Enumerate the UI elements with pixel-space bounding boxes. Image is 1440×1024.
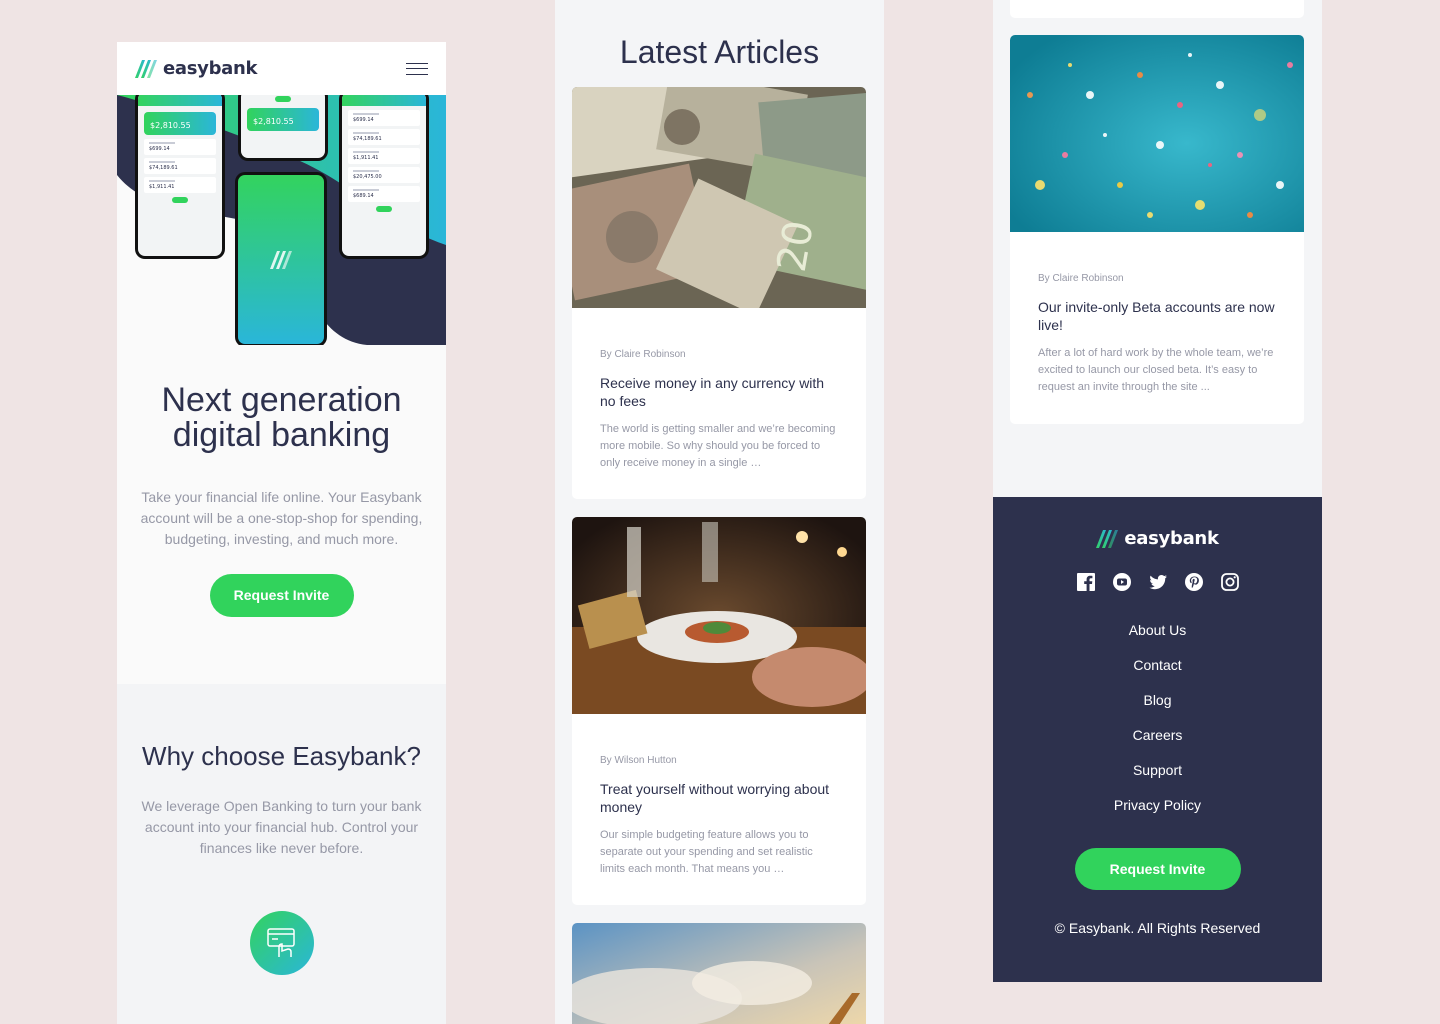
hero-title: Next generation digital banking [161,381,402,454]
article-title[interactable]: Our invite-only Beta accounts are now li… [1038,298,1276,334]
hamburger-menu-icon[interactable] [406,62,428,75]
social-links [993,572,1322,592]
footer-link-blog[interactable]: Blog [993,683,1322,718]
hero-copy: Next generation digital banking Take you… [117,345,446,617]
phone-balance: $2,810.55 [144,112,216,135]
footer-link-privacy-policy[interactable]: Privacy Policy [993,788,1322,823]
article-author: By Wilson Hutton [600,755,677,766]
currency-photo: 20 [572,87,866,316]
why-title: Why choose Easybank? [142,741,421,771]
confetti-photo [1010,35,1304,232]
logo-text: easybank [163,58,258,79]
articles-title: Latest Articles [619,34,820,70]
phone-balance: $2,810.55 [247,108,319,131]
phone-mockup-right: $699.14 $74,189.61 $1,911.41 $20,475.00 … [339,95,429,259]
youtube-icon[interactable] [1112,572,1132,592]
article-card-partial [1010,0,1304,18]
transaction-row: $74,189.61 [144,158,216,174]
article-title[interactable]: Treat yourself without worrying about mo… [600,780,838,816]
mobile-footer-panel: By Claire Robinson Our invite-only Beta … [993,0,1322,982]
footer-request-invite-button[interactable]: Request Invite [1074,848,1241,890]
footer-link-support[interactable]: Support [993,753,1322,788]
footer-link-careers[interactable]: Careers [993,718,1322,753]
site-footer: easybank About Us Contact Blog Careers S… [993,497,1322,982]
site-header: easybank [117,42,446,95]
phone-mockup-center [235,172,327,345]
logo-mark-icon [270,250,292,269]
article-card[interactable]: By Wilson Hutton Treat yourself without … [572,517,866,905]
transaction-row: $20,475.00 [348,167,420,183]
mobile-home-panel: easybank $2,810.55 $699.14 $74,189.61 $1… [117,42,446,1024]
phone-mockup-left: $2,810.55 $699.14 $74,189.61 $1,911.41 [135,95,225,259]
article-author: By Claire Robinson [600,349,686,360]
why-choose-section: Why choose Easybank? We leverage Open Ba… [117,684,446,1024]
article-excerpt: After a lot of hard work by the whole te… [1038,347,1274,393]
article-excerpt: The world is getting smaller and we’re b… [600,423,836,469]
article-author: By Claire Robinson [1038,273,1124,284]
request-invite-button[interactable]: Request Invite [209,574,354,617]
footer-link-about-us[interactable]: About Us [993,613,1322,648]
instagram-icon[interactable] [1220,572,1240,592]
transaction-row: $699.14 [144,139,216,155]
pinterest-icon[interactable] [1184,572,1204,592]
article-card[interactable] [572,923,866,1024]
transaction-row: $74,189.61 [348,129,420,145]
phone-mockup-center-top: $2,810.55 [238,95,328,161]
why-description: We leverage Open Banking to turn your ba… [141,798,422,856]
transaction-row: $1,911.41 [348,148,420,164]
article-card[interactable]: 20 By Claire Robinson Receive money in a… [572,87,866,499]
transaction-row: $699.14 [348,110,420,126]
transaction-row: $1,911.41 [144,177,216,193]
facebook-icon[interactable] [1076,572,1096,592]
logo-mark-icon [135,59,157,78]
copyright-text: © Easybank. All Rights Reserved [1054,920,1261,936]
twitter-icon[interactable] [1148,572,1168,592]
footer-nav: About Us Contact Blog Careers Support Pr… [993,613,1322,823]
logo-text: easybank [1124,528,1219,549]
hero-illustration: $2,810.55 $699.14 $74,189.61 $1,911.41 $… [117,95,446,345]
sky-plane-photo [572,923,866,1024]
restaurant-photo [572,517,866,714]
mobile-articles-panel: Latest Articles 20 By Claire Robinson Re… [555,0,884,1024]
article-card[interactable]: By Claire Robinson Our invite-only Beta … [1010,35,1304,424]
logo-mark-icon [1096,529,1119,548]
transaction-row: $689.14 [348,186,420,202]
logo[interactable]: easybank [135,58,258,79]
hero-description: Take your financial life online. Your Ea… [140,489,423,547]
article-title[interactable]: Receive money in any currency with no fe… [600,374,838,410]
online-banking-icon [249,911,314,975]
article-excerpt: Our simple budgeting feature allows you … [600,829,813,875]
footer-link-contact[interactable]: Contact [993,648,1322,683]
footer-logo[interactable]: easybank [993,528,1322,549]
svg-text:20: 20 [769,217,823,275]
